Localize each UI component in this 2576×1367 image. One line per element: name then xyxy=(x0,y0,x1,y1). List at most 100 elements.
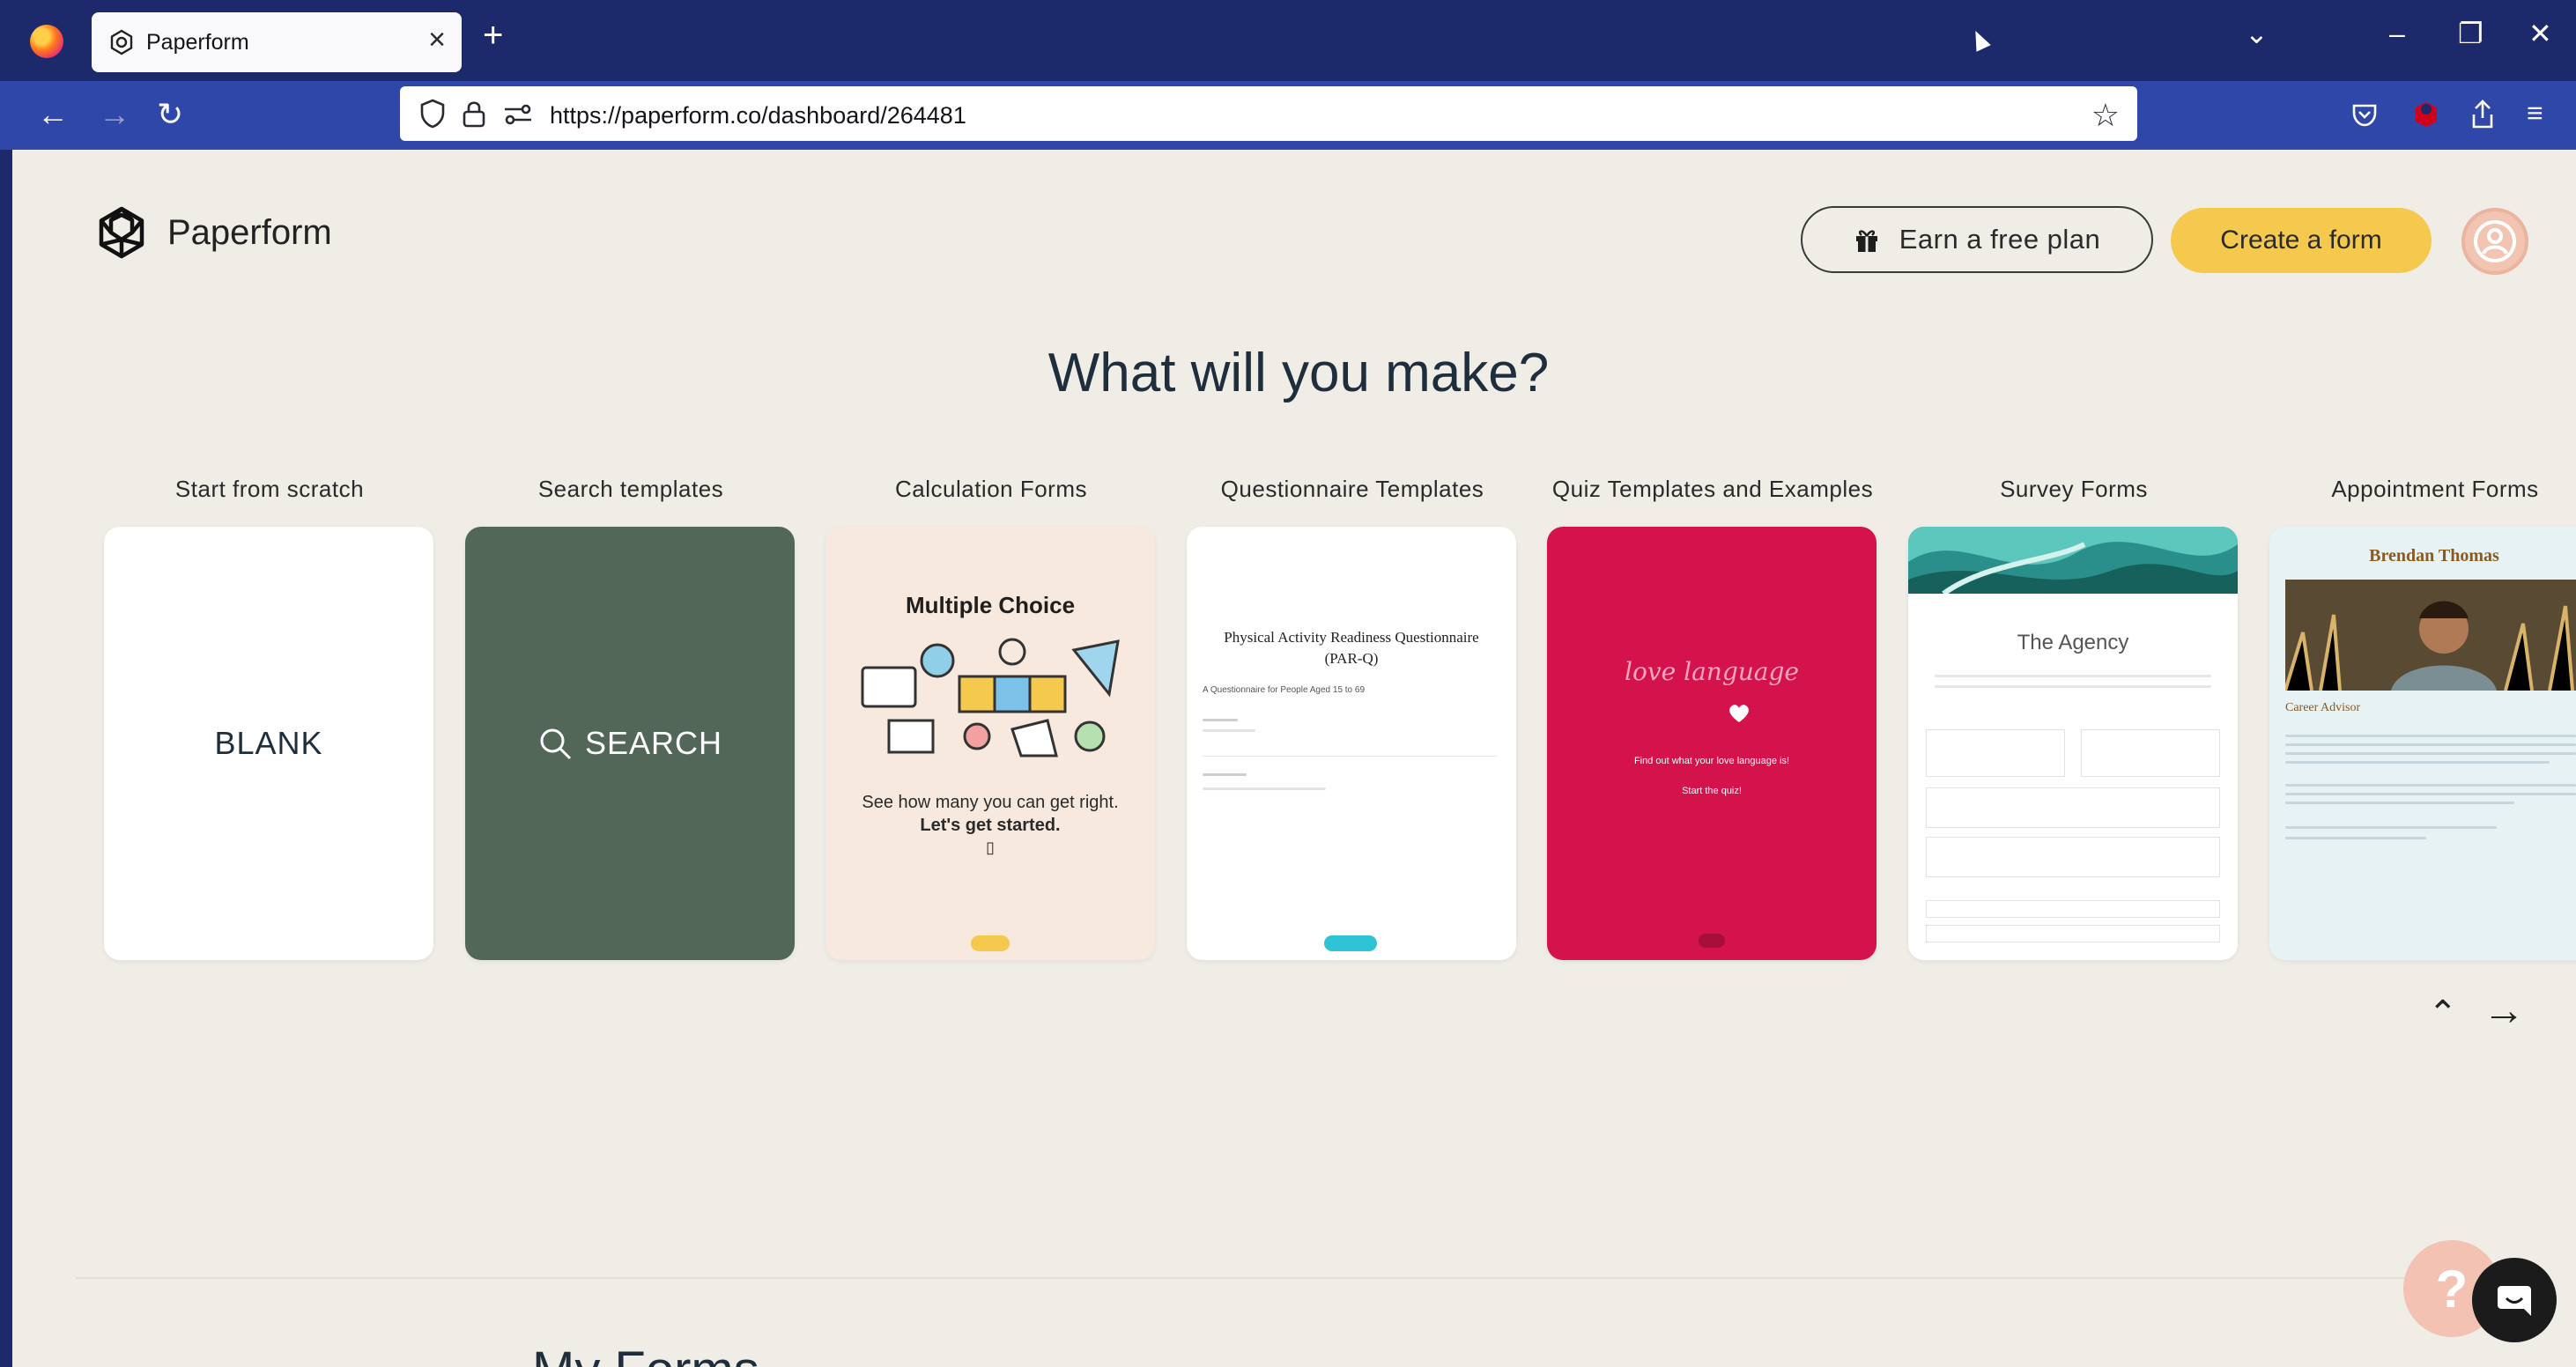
search-templates-card[interactable]: SEARCH xyxy=(465,527,795,960)
survey-template-card[interactable]: The Agency xyxy=(1908,527,2238,960)
appt-card-name: Brendan Thomas xyxy=(2369,546,2499,565)
permissions-icon[interactable] xyxy=(502,99,534,129)
close-tab-icon[interactable]: × xyxy=(428,25,446,55)
blank-form-card[interactable]: BLANK xyxy=(104,527,433,960)
questionnaire-template-card[interactable]: Physical Activity Readiness Questionnair… xyxy=(1187,527,1516,960)
appt-card-text xyxy=(2285,802,2514,804)
survey-card-field xyxy=(2081,729,2220,777)
quiz-doodle-illustration xyxy=(861,638,1120,757)
appt-card-text xyxy=(2285,837,2426,839)
paperform-favicon-icon xyxy=(110,29,133,55)
calc-card-title: Multiple Choice xyxy=(905,592,1076,618)
quest-card-button xyxy=(1324,935,1377,951)
new-tab-icon[interactable]: + xyxy=(483,18,503,53)
tab-title: Paperform xyxy=(146,30,249,55)
my-forms-heading: My Forms xyxy=(532,1341,759,1367)
survey-card-field xyxy=(1926,729,2065,777)
gift-icon xyxy=(1855,230,1877,252)
collapse-chevron-icon[interactable]: ⌃ xyxy=(2428,994,2458,1034)
survey-card-field xyxy=(1926,787,2220,828)
create-form-label: Create a form xyxy=(2220,225,2382,255)
appt-card-text xyxy=(2285,784,2576,787)
survey-card-text xyxy=(1935,685,2211,688)
survey-card-text xyxy=(1935,675,2211,677)
quest-card-subtitle: A Questionnaire for People Aged 15 to 69 xyxy=(1203,685,1366,695)
category-start-from-scratch[interactable]: Start from scratch xyxy=(102,476,437,503)
bookmark-star-icon[interactable]: ☆ xyxy=(2091,97,2120,134)
quest-card-field-label xyxy=(1203,773,1247,776)
url-path: /dashboard/264481 xyxy=(761,102,966,129)
quiz-card-button xyxy=(1699,934,1725,948)
calculation-template-card[interactable]: Multiple Choice See how many you can get… xyxy=(825,527,1155,960)
quest-card-divider xyxy=(1203,756,1497,757)
brand-logo-link[interactable]: Paperform xyxy=(93,204,332,261)
restore-icon[interactable]: ❐ xyxy=(2458,19,2483,48)
back-icon[interactable]: ← xyxy=(37,99,69,130)
survey-card-field xyxy=(1926,837,2220,877)
url-text[interactable]: https://paperform.co/dashboard/264481 xyxy=(550,102,966,129)
minimize-icon[interactable]: – xyxy=(2389,19,2405,48)
category-quiz-templates[interactable]: Quiz Templates and Examples xyxy=(1545,476,1880,503)
appt-card-role: Career Advisor xyxy=(2285,701,2361,714)
quest-card-title: Physical Activity Readiness Questionnair… xyxy=(1224,629,1479,667)
share-icon[interactable] xyxy=(2469,99,2497,130)
category-search-templates[interactable]: Search templates xyxy=(463,476,798,503)
blank-label: BLANK xyxy=(214,725,323,761)
url-prefix: https:// xyxy=(550,102,622,129)
category-calculation-forms[interactable]: Calculation Forms xyxy=(824,476,1158,503)
extension-badge-icon[interactable] xyxy=(2410,99,2442,130)
page-content: Paperform Earn a free plan Create a form… xyxy=(12,150,2576,1367)
appt-card-text xyxy=(2285,793,2576,795)
appt-card-text xyxy=(2285,743,2576,746)
appt-card-text xyxy=(2285,761,2550,764)
firefox-icon[interactable] xyxy=(30,25,63,58)
appt-card-text xyxy=(2285,826,2497,829)
appointment-template-card[interactable]: Brendan Thomas Career Advisor xyxy=(2269,527,2576,960)
category-survey-forms[interactable]: Survey Forms xyxy=(1906,476,2241,503)
create-form-button[interactable]: Create a form xyxy=(2171,208,2432,273)
heart-icon xyxy=(1729,705,1749,722)
close-window-icon[interactable]: ✕ xyxy=(2528,19,2552,48)
quiz-card-line1: Find out what your love language is! xyxy=(1633,756,1790,766)
search-label: SEARCH xyxy=(584,725,723,761)
carousel-next-arrow-icon[interactable]: → xyxy=(2483,986,2525,1035)
question-mark-icon: ? xyxy=(2435,1259,2469,1319)
category-questionnaire-templates[interactable]: Questionnaire Templates xyxy=(1185,476,1520,503)
survey-banner-image xyxy=(1908,527,2238,594)
url-bar[interactable]: https://paperform.co/dashboard/264481 ☆ xyxy=(400,86,2137,141)
list-all-tabs-icon[interactable]: ⌄ xyxy=(2245,19,2269,48)
quest-card-options xyxy=(1203,787,1326,790)
quiz-card-line2: Start the quiz! xyxy=(1682,786,1742,796)
user-icon xyxy=(2474,220,2516,262)
mouse-cursor-icon xyxy=(1968,27,1991,52)
page-headline: What will you make? xyxy=(1047,343,1550,403)
appt-card-text xyxy=(2285,752,2576,755)
url-domain: paperform.co xyxy=(621,102,762,129)
quest-card-field xyxy=(1203,729,1255,732)
user-avatar[interactable] xyxy=(2461,208,2528,275)
quiz-template-card[interactable]: love language Find out what your love la… xyxy=(1547,527,1876,960)
survey-card-select xyxy=(1926,900,2220,918)
pocket-icon[interactable] xyxy=(2350,100,2379,129)
advisor-photo-image xyxy=(2285,580,2576,691)
menu-icon[interactable]: ≡ xyxy=(2527,99,2543,127)
calc-card-line1: See how many you can get right. xyxy=(862,793,1119,812)
calc-card-button xyxy=(971,935,1010,951)
forward-icon[interactable]: → xyxy=(99,99,130,130)
appt-card-text xyxy=(2285,735,2576,737)
lock-icon[interactable] xyxy=(462,99,486,129)
chat-launcher-button[interactable] xyxy=(2472,1258,2557,1342)
reload-icon[interactable]: ↻ xyxy=(157,99,183,130)
paperform-logo-icon xyxy=(99,206,144,259)
browser-nav-bar: ← → ↻ https://paperform.co/dashboard/264… xyxy=(0,81,2576,150)
earn-free-plan-label: Earn a free plan xyxy=(1899,224,2101,255)
earn-free-plan-button[interactable]: Earn a free plan xyxy=(1801,206,2153,273)
chat-icon xyxy=(2498,1286,2531,1316)
category-appointment-forms[interactable]: Appointment Forms xyxy=(2268,476,2576,503)
browser-tab[interactable]: Paperform × xyxy=(92,12,462,72)
shield-icon[interactable] xyxy=(419,99,446,129)
survey-card-select xyxy=(1926,925,2220,942)
search-icon xyxy=(540,728,572,760)
browser-tab-bar: Paperform × + ⌄ – ❐ ✕ xyxy=(0,0,2576,81)
calc-card-line2: Let's get started. xyxy=(920,816,1061,835)
